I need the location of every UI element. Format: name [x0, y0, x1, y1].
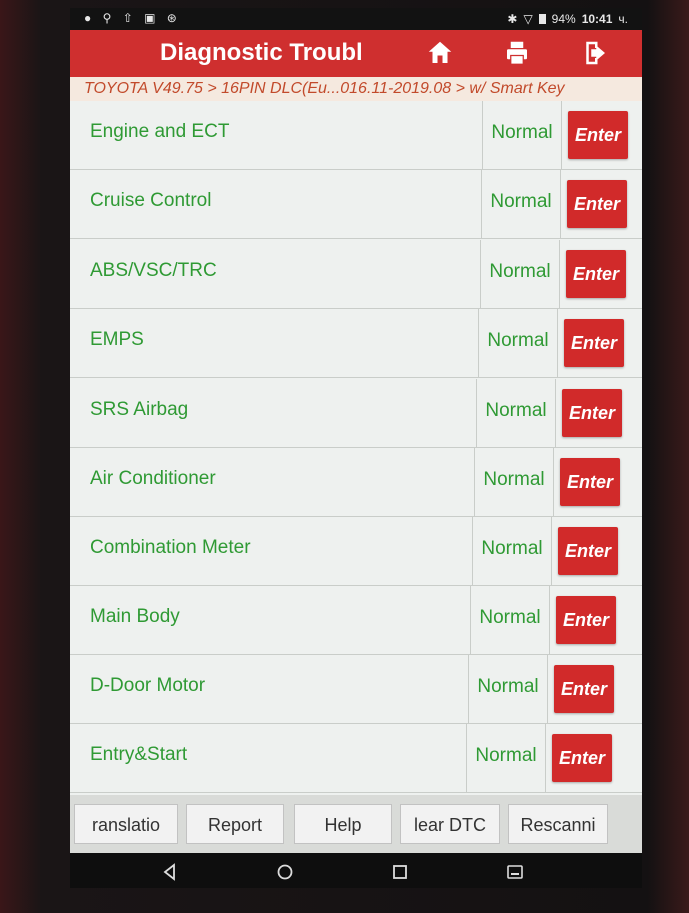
home-button[interactable]: [425, 38, 455, 68]
tablet-device: ● ⚲ ⇧ ▣ ⊛ ✱ ▽ 94% 10:41 ч. Diagnostic Tr…: [0, 0, 689, 913]
system-row: Engine and ECT Normal Enter: [70, 101, 642, 170]
recents-icon: [393, 865, 407, 879]
system-status: Normal: [474, 448, 554, 516]
system-row: Air Conditioner Normal Enter: [70, 448, 642, 517]
system-name: Main Body: [90, 606, 180, 627]
screen: ● ⚲ ⇧ ▣ ⊛ ✱ ▽ 94% 10:41 ч. Diagnostic Tr…: [70, 8, 642, 888]
report-button[interactable]: Report: [186, 804, 284, 844]
battery-icon: [538, 14, 546, 24]
battery-level: 94%: [551, 12, 576, 26]
home-icon: [428, 41, 452, 63]
nav-keyboard-button[interactable]: [505, 862, 525, 882]
android-nav-bar: [70, 853, 642, 888]
nav-home-button[interactable]: [275, 862, 295, 882]
bottom-toolbar: ranslatio Report Help lear DTC Rescanni: [70, 795, 642, 853]
system-name: ABS/VSC/TRC: [90, 260, 217, 281]
enter-button[interactable]: Enter: [562, 389, 622, 437]
exit-button[interactable]: [580, 38, 610, 68]
system-row: ABS/VSC/TRC Normal Enter: [70, 240, 642, 309]
system-row: EMPS Normal Enter: [70, 309, 642, 378]
translation-button[interactable]: ranslatio: [74, 804, 178, 844]
system-name: SRS Airbag: [90, 399, 189, 420]
keyboard-icon: [507, 865, 523, 879]
exit-icon: [586, 41, 605, 65]
enter-button[interactable]: Enter: [568, 111, 628, 159]
system-name: D-Door Motor: [90, 675, 206, 696]
system-row: SRS Airbag Normal Enter: [70, 379, 642, 448]
system-status: Normal: [482, 101, 562, 169]
system-status: Normal: [468, 655, 548, 723]
print-icon: [507, 41, 527, 65]
clock-suffix: ч.: [618, 12, 628, 26]
system-name: Cruise Control: [90, 190, 212, 211]
enter-button[interactable]: Enter: [567, 180, 627, 228]
breadcrumb: TOYOTA V49.75 > 16PIN DLC(Eu...016.11-20…: [70, 77, 642, 101]
system-name: Air Conditioner: [90, 468, 216, 489]
home-circle-icon: [277, 864, 293, 880]
help-button[interactable]: Help: [294, 804, 392, 844]
nav-back-button[interactable]: [160, 862, 180, 882]
system-status: Normal: [476, 379, 556, 447]
system-status: Normal: [478, 309, 558, 377]
back-icon: [163, 863, 175, 881]
clear-dtc-button[interactable]: lear DTC: [400, 804, 500, 844]
enter-button[interactable]: Enter: [554, 665, 614, 713]
clock: 10:41: [581, 12, 613, 26]
system-row: D-Door Motor Normal Enter: [70, 655, 642, 724]
system-list: Engine and ECT Normal Enter Cruise Contr…: [70, 101, 642, 795]
enter-button[interactable]: Enter: [558, 527, 618, 575]
enter-button[interactable]: Enter: [552, 734, 612, 782]
system-row: Entry&Start Normal Enter: [70, 724, 642, 793]
system-name: Combination Meter: [90, 537, 251, 558]
system-status: Normal: [470, 586, 550, 654]
enter-button[interactable]: Enter: [566, 250, 626, 298]
enter-button[interactable]: Enter: [560, 458, 620, 506]
system-name: EMPS: [90, 329, 144, 350]
print-button[interactable]: [502, 38, 532, 68]
system-row: Combination Meter Normal Enter: [70, 517, 642, 586]
nav-recents-button[interactable]: [390, 862, 410, 882]
system-row: Main Body Normal Enter: [70, 586, 642, 655]
system-row: Cruise Control Normal Enter: [70, 170, 642, 239]
system-status: Normal: [466, 724, 546, 792]
system-status: Normal: [472, 517, 552, 585]
signal-icon: ▽: [523, 12, 533, 26]
enter-button[interactable]: Enter: [556, 596, 616, 644]
system-name: Entry&Start: [90, 744, 188, 765]
system-name: Engine and ECT: [90, 121, 230, 142]
enter-button[interactable]: Enter: [564, 319, 624, 367]
rescan-button[interactable]: Rescanni: [508, 804, 608, 844]
system-status: Normal: [480, 240, 560, 308]
bluetooth-icon: ✱: [507, 12, 518, 26]
status-right: ✱ ▽ 94% 10:41 ч.: [507, 12, 628, 26]
app-header: Diagnostic Troubl: [70, 30, 642, 77]
system-status: Normal: [481, 170, 561, 238]
status-bar: ● ⚲ ⇧ ▣ ⊛ ✱ ▽ 94% 10:41 ч.: [70, 8, 642, 30]
notification-icons: ● ⚲ ⇧ ▣ ⊛: [84, 11, 181, 25]
page-title: Diagnostic Troubl: [160, 39, 363, 66]
